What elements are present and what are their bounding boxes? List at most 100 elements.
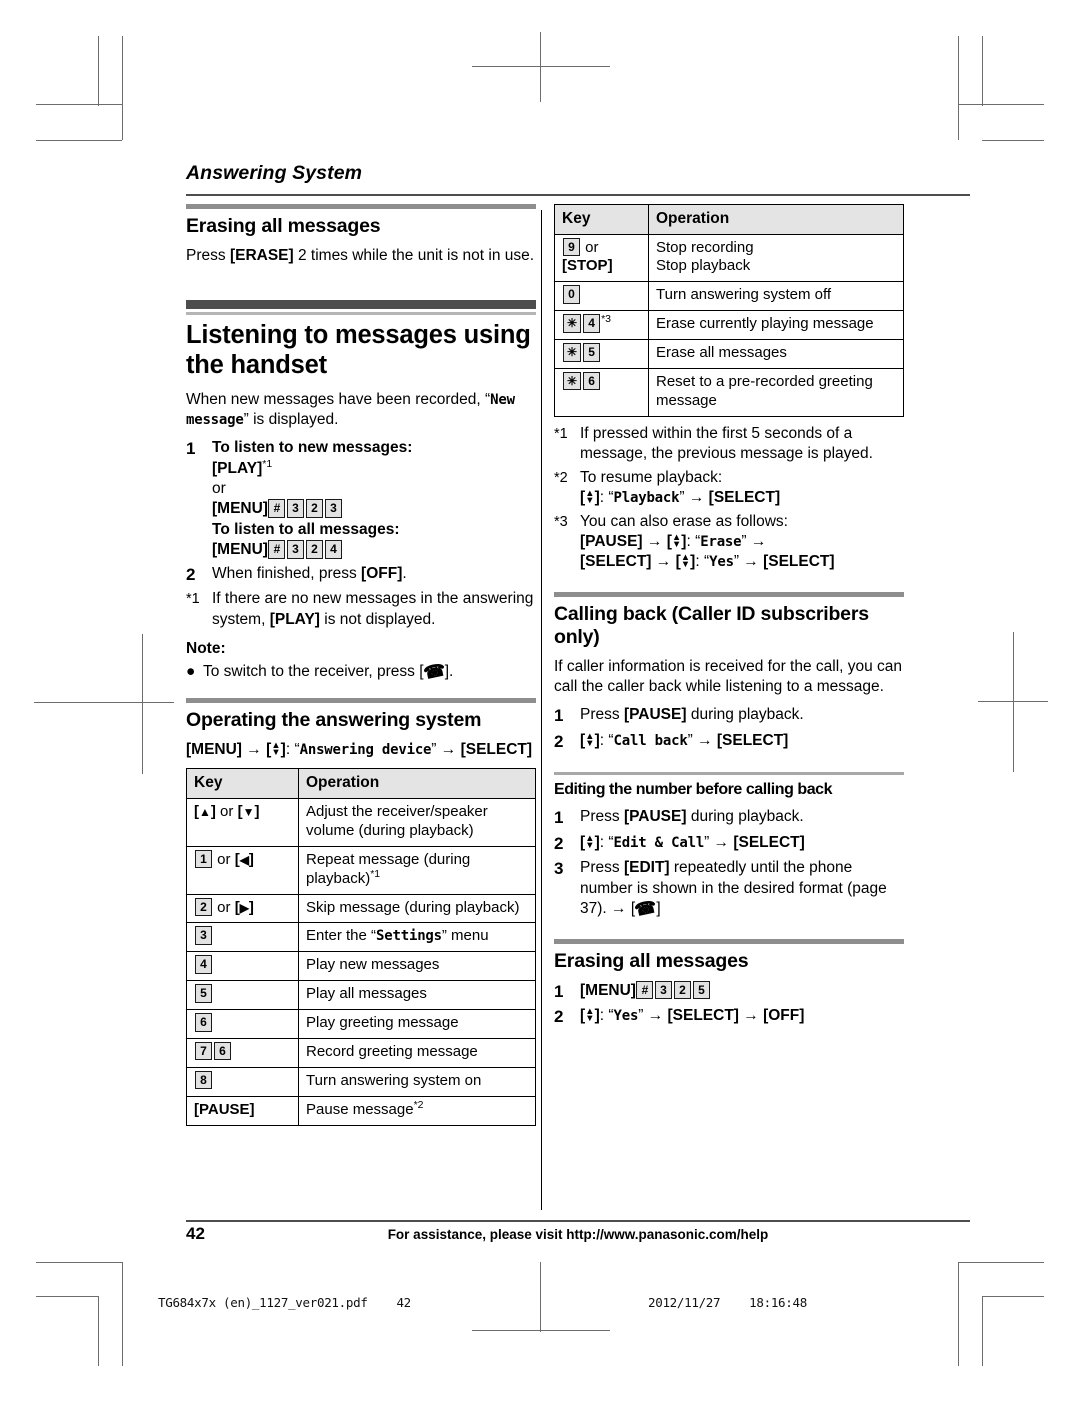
keypad-4: 4 bbox=[195, 955, 212, 974]
arrow-icon: → bbox=[655, 553, 672, 571]
cell-operation: Enter the “Settings” menu bbox=[298, 922, 536, 953]
cell-operation: Stop recording Stop playback bbox=[648, 233, 904, 283]
arrow-icon: → bbox=[743, 1006, 759, 1024]
cell-key: 6 bbox=[186, 1009, 299, 1039]
operating-key-table-continued: Key Operation 9 or [STOP] Stop recording S… bbox=[554, 204, 904, 417]
section-calling-back: Calling back (Caller ID subscribers only… bbox=[554, 591, 904, 753]
section-erasing-all-messages-left: Erasing all messages Press [ERASE] 2 tim… bbox=[186, 204, 536, 266]
key-select: [SELECT] bbox=[716, 731, 789, 749]
table-row: 5 Play all messages bbox=[186, 980, 536, 1011]
display-playback: Playback bbox=[613, 490, 680, 507]
key-right-arrow: [▶] bbox=[234, 898, 254, 916]
footnote-2-line: To resume playback: bbox=[580, 468, 723, 486]
key-off: [OFF] bbox=[763, 1006, 805, 1024]
handset-icon: ☎ bbox=[421, 660, 447, 684]
crop-mark-bl-h2 bbox=[36, 1296, 98, 1297]
step-number: 3 bbox=[554, 859, 564, 879]
section-erasing-all-messages-right: Erasing all messages 1 [MENU] #3 2 5 2 [▲ ▼]… bbox=[554, 938, 904, 1029]
right-column: Key Operation 9 or [STOP] Stop recording S… bbox=[554, 204, 904, 1031]
footnote-mark: *3 bbox=[554, 513, 568, 530]
table-row: ✳ 5 Erase all messages bbox=[554, 339, 904, 369]
heading-erasing-all-messages-right: Erasing all messages bbox=[554, 949, 749, 972]
column-divider bbox=[541, 210, 542, 1210]
note-bullet-text: To switch to the receiver, press [☎]. bbox=[203, 660, 453, 684]
footnote-3-line: You can also erase as follows: bbox=[580, 512, 788, 530]
footnote-ref: *2 bbox=[413, 1098, 424, 1111]
keypad-9: 9 bbox=[563, 237, 580, 257]
cell-key: 9 or [STOP] bbox=[554, 233, 649, 283]
cell-key: 4 bbox=[186, 951, 299, 982]
step-2: 2 [▲ ▼]: “Yes” → [SELECT] → [OFF] bbox=[554, 1006, 904, 1028]
right-footnotes: *1 If pressed within the first 5 seconds… bbox=[554, 424, 904, 573]
key-pause: [PAUSE] bbox=[623, 808, 687, 826]
column-header-key: Key bbox=[186, 768, 299, 799]
operation-line-1: Stop recording bbox=[656, 238, 754, 256]
cell-operation: Skip message (during playback) bbox=[298, 893, 536, 924]
step-number: 1 bbox=[186, 439, 196, 459]
header-rule bbox=[186, 194, 970, 196]
key-menu-2: [MENU] bbox=[212, 541, 268, 559]
step1-line2: [PLAY]*1 bbox=[212, 458, 536, 479]
table-row: 8 Turn answering system on bbox=[186, 1066, 536, 1097]
cell-operation: Adjust the receiver/speaker volume (duri… bbox=[298, 797, 536, 847]
key-navigator: [▲ ▼] bbox=[666, 531, 687, 551]
step-2: 2 When finished, press [OFF]. bbox=[186, 564, 536, 586]
section-operating-answering-system: Operating the answering system [MENU] → … bbox=[186, 698, 536, 1126]
key-off: [OFF] bbox=[361, 564, 403, 582]
section-bar bbox=[554, 772, 904, 776]
table-row: 6 Play greeting message bbox=[186, 1009, 536, 1039]
table-header-row: Key Operation bbox=[186, 768, 536, 799]
crop-mark-tl-h2 bbox=[36, 140, 122, 141]
section-listening-to-messages: Listening to messages using the handset … bbox=[186, 300, 536, 684]
crop-mark-br-v2 bbox=[982, 1296, 983, 1366]
keypad-hash: # bbox=[636, 980, 654, 999]
footnote-3: *3 You can also erase as follows: [PAUSE… bbox=[554, 512, 904, 573]
keypad-3: 3 bbox=[195, 926, 212, 945]
key-play-2: [PLAY] bbox=[269, 610, 320, 628]
arrow-icon: → bbox=[697, 731, 713, 749]
footnote-mark: *1 bbox=[554, 425, 568, 442]
step1-line3: or bbox=[212, 479, 226, 497]
step-after: during playback. bbox=[686, 706, 804, 724]
display-answering-device: Answering device bbox=[299, 742, 432, 759]
note-label: Note: bbox=[186, 640, 226, 658]
keypad-8: 8 bbox=[195, 1070, 212, 1090]
column-header-operation: Operation bbox=[298, 768, 536, 799]
heading-listening-to-messages: Listening to messages using the handset bbox=[186, 321, 531, 379]
step-text: Press [PAUSE] during playback. bbox=[580, 705, 904, 727]
key-erase: [ERASE] bbox=[229, 247, 294, 264]
cell-key: [PAUSE] bbox=[186, 1095, 299, 1126]
arrow-icon: → bbox=[688, 489, 705, 507]
keypad-3c: 3 bbox=[286, 540, 304, 559]
pdf-stamp-timestamp: 2012/11/27 18:16:48 bbox=[648, 1295, 807, 1310]
key-down-arrow: [▼] bbox=[237, 802, 260, 820]
keypad-2: 2 bbox=[195, 897, 212, 916]
step-1: 1 Press [PAUSE] during playback. bbox=[554, 807, 904, 829]
keypad-2b: 2 bbox=[305, 540, 323, 559]
cell-operation: Turn answering system on bbox=[298, 1066, 536, 1097]
key-navigator: [▲ ▼] bbox=[580, 730, 600, 749]
footnote-mark: *2 bbox=[554, 469, 568, 486]
keypad-0: 0 bbox=[563, 285, 580, 304]
step-1: 1 To listen to new messages: [PLAY]*1 or… bbox=[186, 438, 536, 561]
erasing-body: Press [ERASE] 2 times while the unit is … bbox=[186, 246, 536, 266]
cell-key: 76 bbox=[186, 1037, 299, 1068]
arrow-icon: → bbox=[246, 741, 262, 759]
step1-line6: [MENU] #3 2 4 bbox=[212, 540, 536, 560]
section-bar bbox=[554, 591, 904, 597]
step1-line1: To listen to new messages: bbox=[212, 439, 413, 457]
table-header-row: Key Operation bbox=[554, 204, 904, 235]
step-text: [▲ ▼]: “Yes” → [SELECT] → [OFF] bbox=[580, 1005, 805, 1024]
footnote-1: *1 If pressed within the first 5 seconds… bbox=[554, 424, 904, 465]
step-number: 1 bbox=[554, 981, 564, 1001]
operating-key-table: Key Operation [▲] or [▼] Adjust the rece… bbox=[186, 768, 536, 1126]
display-yes: Yes bbox=[613, 1007, 639, 1024]
step-number: 2 bbox=[554, 731, 564, 751]
left-column: Erasing all messages Press [ERASE] 2 tim… bbox=[186, 204, 536, 1126]
cell-key: ✳ 5 bbox=[554, 339, 649, 369]
section-bar bbox=[186, 204, 536, 209]
key-menu-path: [MENU] bbox=[186, 741, 242, 759]
cell-key: 3 bbox=[186, 922, 299, 953]
